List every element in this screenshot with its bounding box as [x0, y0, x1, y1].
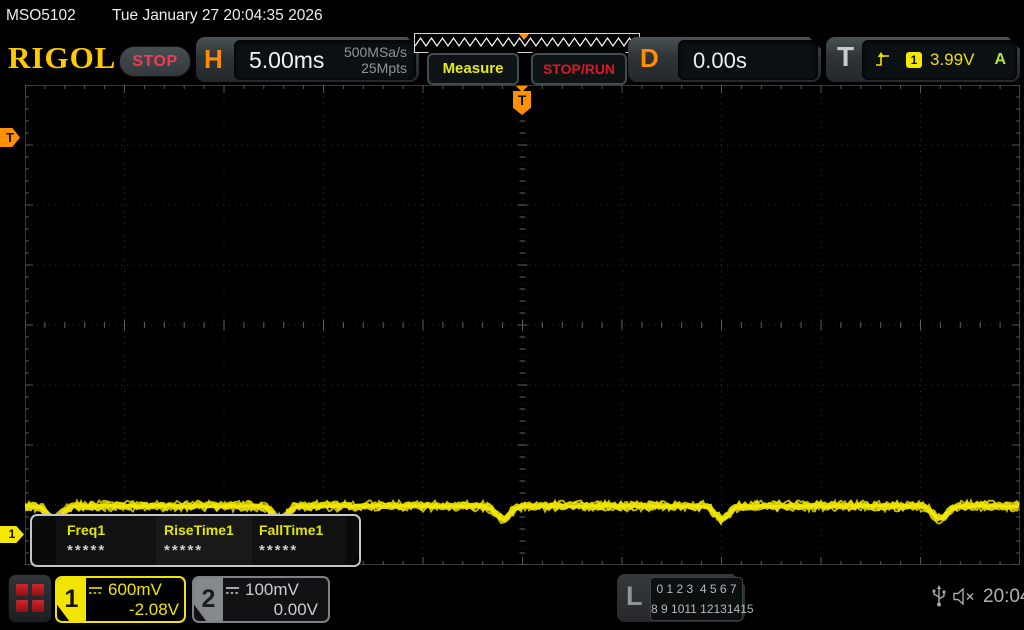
dc-coupling-icon — [88, 586, 103, 595]
trigger-level-value: 3.99V — [930, 50, 974, 70]
delay-label: D — [640, 43, 659, 74]
measurement-label: Freq1 — [67, 522, 105, 538]
timebase-value: 5.00ms — [249, 47, 324, 74]
horizontal-label: H — [204, 44, 223, 75]
menu-grid-icon — [32, 600, 44, 612]
usb-icon — [930, 585, 948, 607]
model-name: MSO5102 — [6, 7, 76, 25]
measure-button[interactable]: Measure — [427, 53, 519, 85]
acquisition-state-badge: STOP — [119, 46, 191, 77]
trigger-sweep-mode: A — [994, 51, 1006, 69]
trigger-position-marker[interactable]: T — [513, 86, 531, 115]
rising-edge-icon — [875, 52, 891, 68]
logic-label: L — [626, 581, 643, 612]
stop-run-button[interactable]: STOP/RUN — [531, 53, 627, 85]
status-bar: MSO5102 Tue January 27 20:04:35 2026 — [0, 0, 1024, 30]
channel-offset-value: 0.00V — [274, 600, 318, 620]
measurement-label: FallTime1 — [259, 522, 323, 538]
measurement-value: ***** — [259, 542, 298, 559]
trigger-source-badge: 1 — [906, 52, 922, 68]
channel1-status-block[interactable]: 1 600mV -2.08V — [55, 576, 186, 623]
channel-offset-value: -2.08V — [129, 600, 179, 620]
dc-coupling-icon — [225, 586, 240, 595]
channel1-waveform — [25, 85, 1020, 565]
channel2-status-block[interactable]: 2 100mV 0.00V — [192, 576, 330, 623]
delay-panel[interactable]: D 0.00s — [628, 37, 821, 82]
panel-fold-icon — [348, 554, 361, 567]
measurement-results-panel[interactable]: Freq1 ***** RiseTime1 ***** FallTime1 **… — [30, 514, 361, 567]
trigger-panel[interactable]: T 1 3.99V A — [826, 37, 1020, 82]
channel-scale-value: 100mV — [245, 580, 299, 600]
scope-graticule — [25, 85, 1020, 565]
measurement-label: RiseTime1 — [164, 522, 234, 538]
system-datetime: Tue January 27 20:04:35 2026 — [112, 7, 323, 25]
memory-depth: 25Mpts — [344, 60, 407, 76]
menu-grid-icon — [16, 600, 28, 612]
logic-row-bottom: 8 9 1011 12131415 — [651, 599, 742, 619]
logic-channel-list: 0 1 2 3 4 5 6 7 8 9 1011 12131415 — [650, 577, 743, 621]
channel-scale: 600mV — [88, 580, 162, 600]
rigol-logo: RIGOL — [8, 40, 116, 76]
trigger-level-marker[interactable]: T — [0, 128, 20, 147]
trigger-label: T — [837, 41, 854, 73]
horizontal-settings-panel[interactable]: H 5.00ms 500MSa/s 25Mpts — [196, 37, 419, 82]
overview-position-icon — [519, 34, 529, 40]
measurement-value: ***** — [164, 542, 203, 559]
channel-scale: 100mV — [225, 580, 299, 600]
sample-rate: 500MSa/s — [344, 44, 407, 60]
channel-scale-value: 600mV — [108, 580, 162, 600]
measurement-value: ***** — [67, 542, 106, 559]
channel1-position-marker[interactable]: 1 — [0, 526, 24, 543]
menu-grid-icon — [16, 584, 28, 596]
logic-channels-block[interactable]: L 0 1 2 3 4 5 6 7 8 9 1011 12131415 — [617, 574, 745, 622]
tray-clock: 20:04 — [983, 586, 1024, 608]
trigger-position-badge: T — [513, 91, 531, 115]
menu-grid-icon — [32, 584, 44, 596]
acquisition-rates: 500MSa/s 25Mpts — [344, 44, 407, 76]
menu-button[interactable] — [8, 574, 52, 623]
delay-value: 0.00s — [693, 48, 747, 74]
logic-row-top: 0 1 2 3 4 5 6 7 — [651, 579, 742, 599]
speaker-muted-icon[interactable] — [953, 588, 977, 605]
